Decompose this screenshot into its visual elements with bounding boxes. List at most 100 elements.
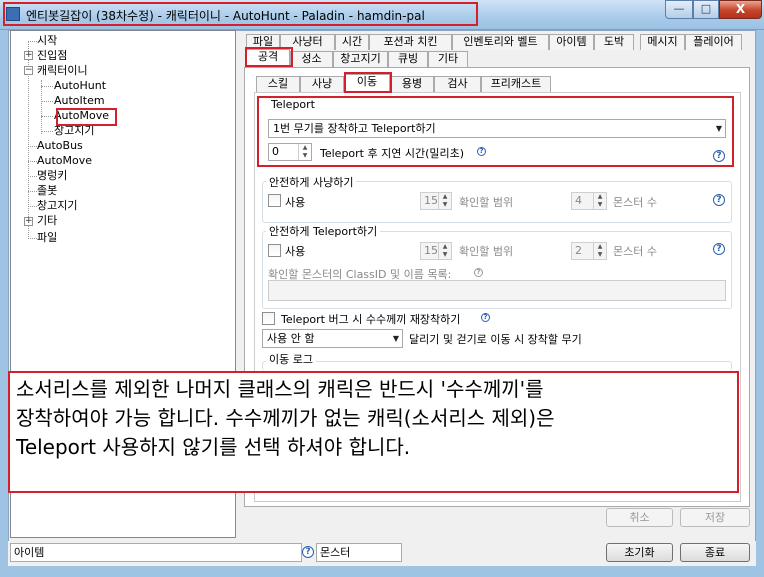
tree-line: [41, 116, 53, 117]
tab-mercenary[interactable]: 용병: [390, 76, 434, 92]
teleport-delay-label: Teleport 후 지연 시간(밀리초): [320, 147, 465, 160]
help-icon[interactable]: ?: [302, 546, 314, 558]
tree-expander[interactable]: +: [24, 51, 33, 60]
safe-teleport-count-label: 몬스터 수: [613, 245, 657, 258]
bug-reequip-label: Teleport 버그 시 수수께끼 재장착하기: [281, 313, 461, 326]
notice-line: Teleport 사용하지 않기를 선택 하셔야 합니다.: [16, 435, 411, 459]
tab-precast[interactable]: 프리캐스트: [481, 76, 551, 92]
tree-item-char[interactable]: 캐릭터이니: [37, 64, 88, 78]
safe-hunt-checkbox[interactable]: [268, 194, 281, 207]
tab-move[interactable]: 이동: [344, 74, 390, 92]
autohunt-highlight-box: [56, 108, 117, 126]
teleport-group-title: Teleport: [268, 98, 318, 111]
tree-line: [28, 161, 37, 162]
tab-inventory-belt[interactable]: 인벤토리와 벨트: [452, 34, 549, 50]
title-highlight-box: [3, 2, 478, 26]
notice-box: 소서리스를 제외한 나머지 클래스의 캐릭은 반드시 '수수께끼'를 장착하여야…: [8, 371, 739, 493]
tree-item-warehouse[interactable]: 창고지기: [37, 199, 77, 213]
tab-inspect[interactable]: 검사: [434, 76, 481, 92]
tab-skill[interactable]: 스킬: [256, 76, 300, 92]
safe-hunt-use-label: 사용: [285, 196, 306, 209]
safe-teleport-range-stepper[interactable]: 15 ▲ ▼: [420, 242, 452, 260]
notice-line: 장착하여야 가능 합니다. 수수께끼가 없는 캐릭(소서리스 제외)은: [16, 406, 555, 430]
tab-player[interactable]: 플레이어: [685, 34, 742, 50]
save-button[interactable]: 저장: [680, 508, 750, 527]
tab-hunting-ground[interactable]: 사냥터: [280, 34, 335, 50]
move-log-group: [262, 361, 732, 371]
help-icon[interactable]: ?: [713, 194, 725, 206]
tree-item-start[interactable]: 시작: [37, 34, 57, 48]
tree-item-autobus[interactable]: AutoBus: [37, 139, 83, 153]
safe-teleport-range-value: 15: [424, 244, 438, 257]
item-status-field: 아이템: [10, 543, 302, 562]
help-icon[interactable]: ?: [481, 313, 490, 322]
tab-gamble[interactable]: 도박: [594, 34, 634, 50]
help-icon[interactable]: ?: [713, 243, 725, 255]
cancel-button[interactable]: 취소: [606, 508, 673, 527]
tab-attack[interactable]: 공격: [246, 49, 290, 67]
safe-hunt-range-value: 15: [424, 194, 438, 207]
tree-line: [28, 176, 37, 177]
monster-status-field: 몬스터: [316, 543, 402, 562]
safe-hunt-count-value: 4: [575, 194, 582, 207]
tab-message[interactable]: 메시지: [640, 34, 685, 50]
safe-hunt-range-stepper[interactable]: 15 ▲ ▼: [420, 192, 452, 210]
tree-item-enter[interactable]: 진입점: [37, 49, 67, 63]
tree-item-etc[interactable]: 기타: [37, 214, 57, 228]
help-icon[interactable]: ?: [713, 150, 725, 162]
tree-item-nameplate[interactable]: 명렁키: [37, 169, 67, 183]
tree-line: [41, 80, 42, 134]
safe-teleport-count-value: 2: [575, 244, 582, 257]
maximize-button[interactable]: □: [693, 0, 719, 19]
tab-hunt[interactable]: 사냥: [300, 76, 344, 92]
tree-expander[interactable]: −: [24, 66, 33, 75]
notice-line: 소서리스를 제외한 나머지 클래스의 캐릭은 반드시 '수수께끼'를: [16, 377, 544, 401]
tab-potion-chicken[interactable]: 포션과 치킨: [369, 34, 452, 50]
teleport-mode-value: 1번 무기를 장착하고 Teleport하기: [273, 122, 436, 135]
chevron-down-icon: ▼: [392, 334, 399, 343]
safe-hunt-range-label: 확인할 범위: [459, 196, 514, 209]
help-icon[interactable]: ?: [477, 147, 486, 156]
teleport-mode-select[interactable]: 1번 무기를 장착하고 Teleport하기 ▼: [268, 119, 726, 138]
tree-expander[interactable]: +: [24, 217, 33, 226]
tree-line: [28, 191, 37, 192]
help-icon[interactable]: ?: [474, 268, 483, 277]
tree-line: [41, 86, 53, 87]
tree-line: [41, 101, 53, 102]
tab-file[interactable]: 파일: [246, 34, 280, 50]
monster-list-input[interactable]: [268, 280, 726, 301]
tab-sanctuary[interactable]: 성소: [290, 51, 333, 67]
safe-hunt-group-title: 안전하게 사냥하기: [266, 174, 357, 190]
tree-item-warehouse-sub[interactable]: 창고지기: [54, 124, 94, 138]
tab-item[interactable]: 아이템: [549, 34, 594, 50]
close-button[interactable]: X: [719, 0, 762, 19]
safe-teleport-checkbox[interactable]: [268, 244, 281, 257]
safe-teleport-range-label: 확인할 범위: [459, 245, 514, 258]
weapon-select-value: 사용 안 함: [267, 332, 315, 345]
safe-hunt-count-label: 몬스터 수: [613, 196, 657, 209]
tree-line: [28, 238, 37, 239]
safe-teleport-count-stepper[interactable]: 2 ▲ ▼: [571, 242, 607, 260]
tree-item-jolbot[interactable]: 졸봇: [37, 184, 57, 198]
reset-button[interactable]: 초기화: [606, 543, 673, 562]
weapon-select[interactable]: 사용 안 함 ▼: [262, 329, 403, 348]
chevron-down-icon: ▼: [715, 124, 722, 133]
tree-item-autohunt[interactable]: AutoHunt: [54, 79, 106, 93]
tree-item-file[interactable]: 파일: [37, 231, 57, 245]
weapon-label: 달리기 및 걷기로 이동 시 장착할 무기: [409, 333, 582, 346]
spin-arrows-icon: ▲ ▼: [438, 243, 451, 259]
tab-cubing[interactable]: 큐빙: [388, 51, 428, 67]
teleport-delay-stepper[interactable]: 0 ▲ ▼: [268, 143, 312, 161]
minimize-button[interactable]: —: [665, 0, 693, 19]
safe-hunt-count-stepper[interactable]: 4 ▲ ▼: [571, 192, 607, 210]
status-bar: 아이템 ? 몬스터 초기화 종료: [8, 541, 756, 566]
exit-button[interactable]: 종료: [680, 543, 750, 562]
tab-etc[interactable]: 기타: [428, 51, 468, 67]
tab-time[interactable]: 시간: [335, 34, 369, 50]
tree-item-automove[interactable]: AutoMove: [37, 154, 92, 168]
bug-reequip-checkbox[interactable]: [262, 312, 275, 325]
move-log-title: 이동 로그: [266, 351, 316, 367]
tab-warehouse[interactable]: 창고지기: [333, 51, 388, 67]
safe-teleport-group-title: 안전하게 Teleport하기: [266, 223, 381, 239]
tree-item-autoitem[interactable]: AutoItem: [54, 94, 105, 108]
